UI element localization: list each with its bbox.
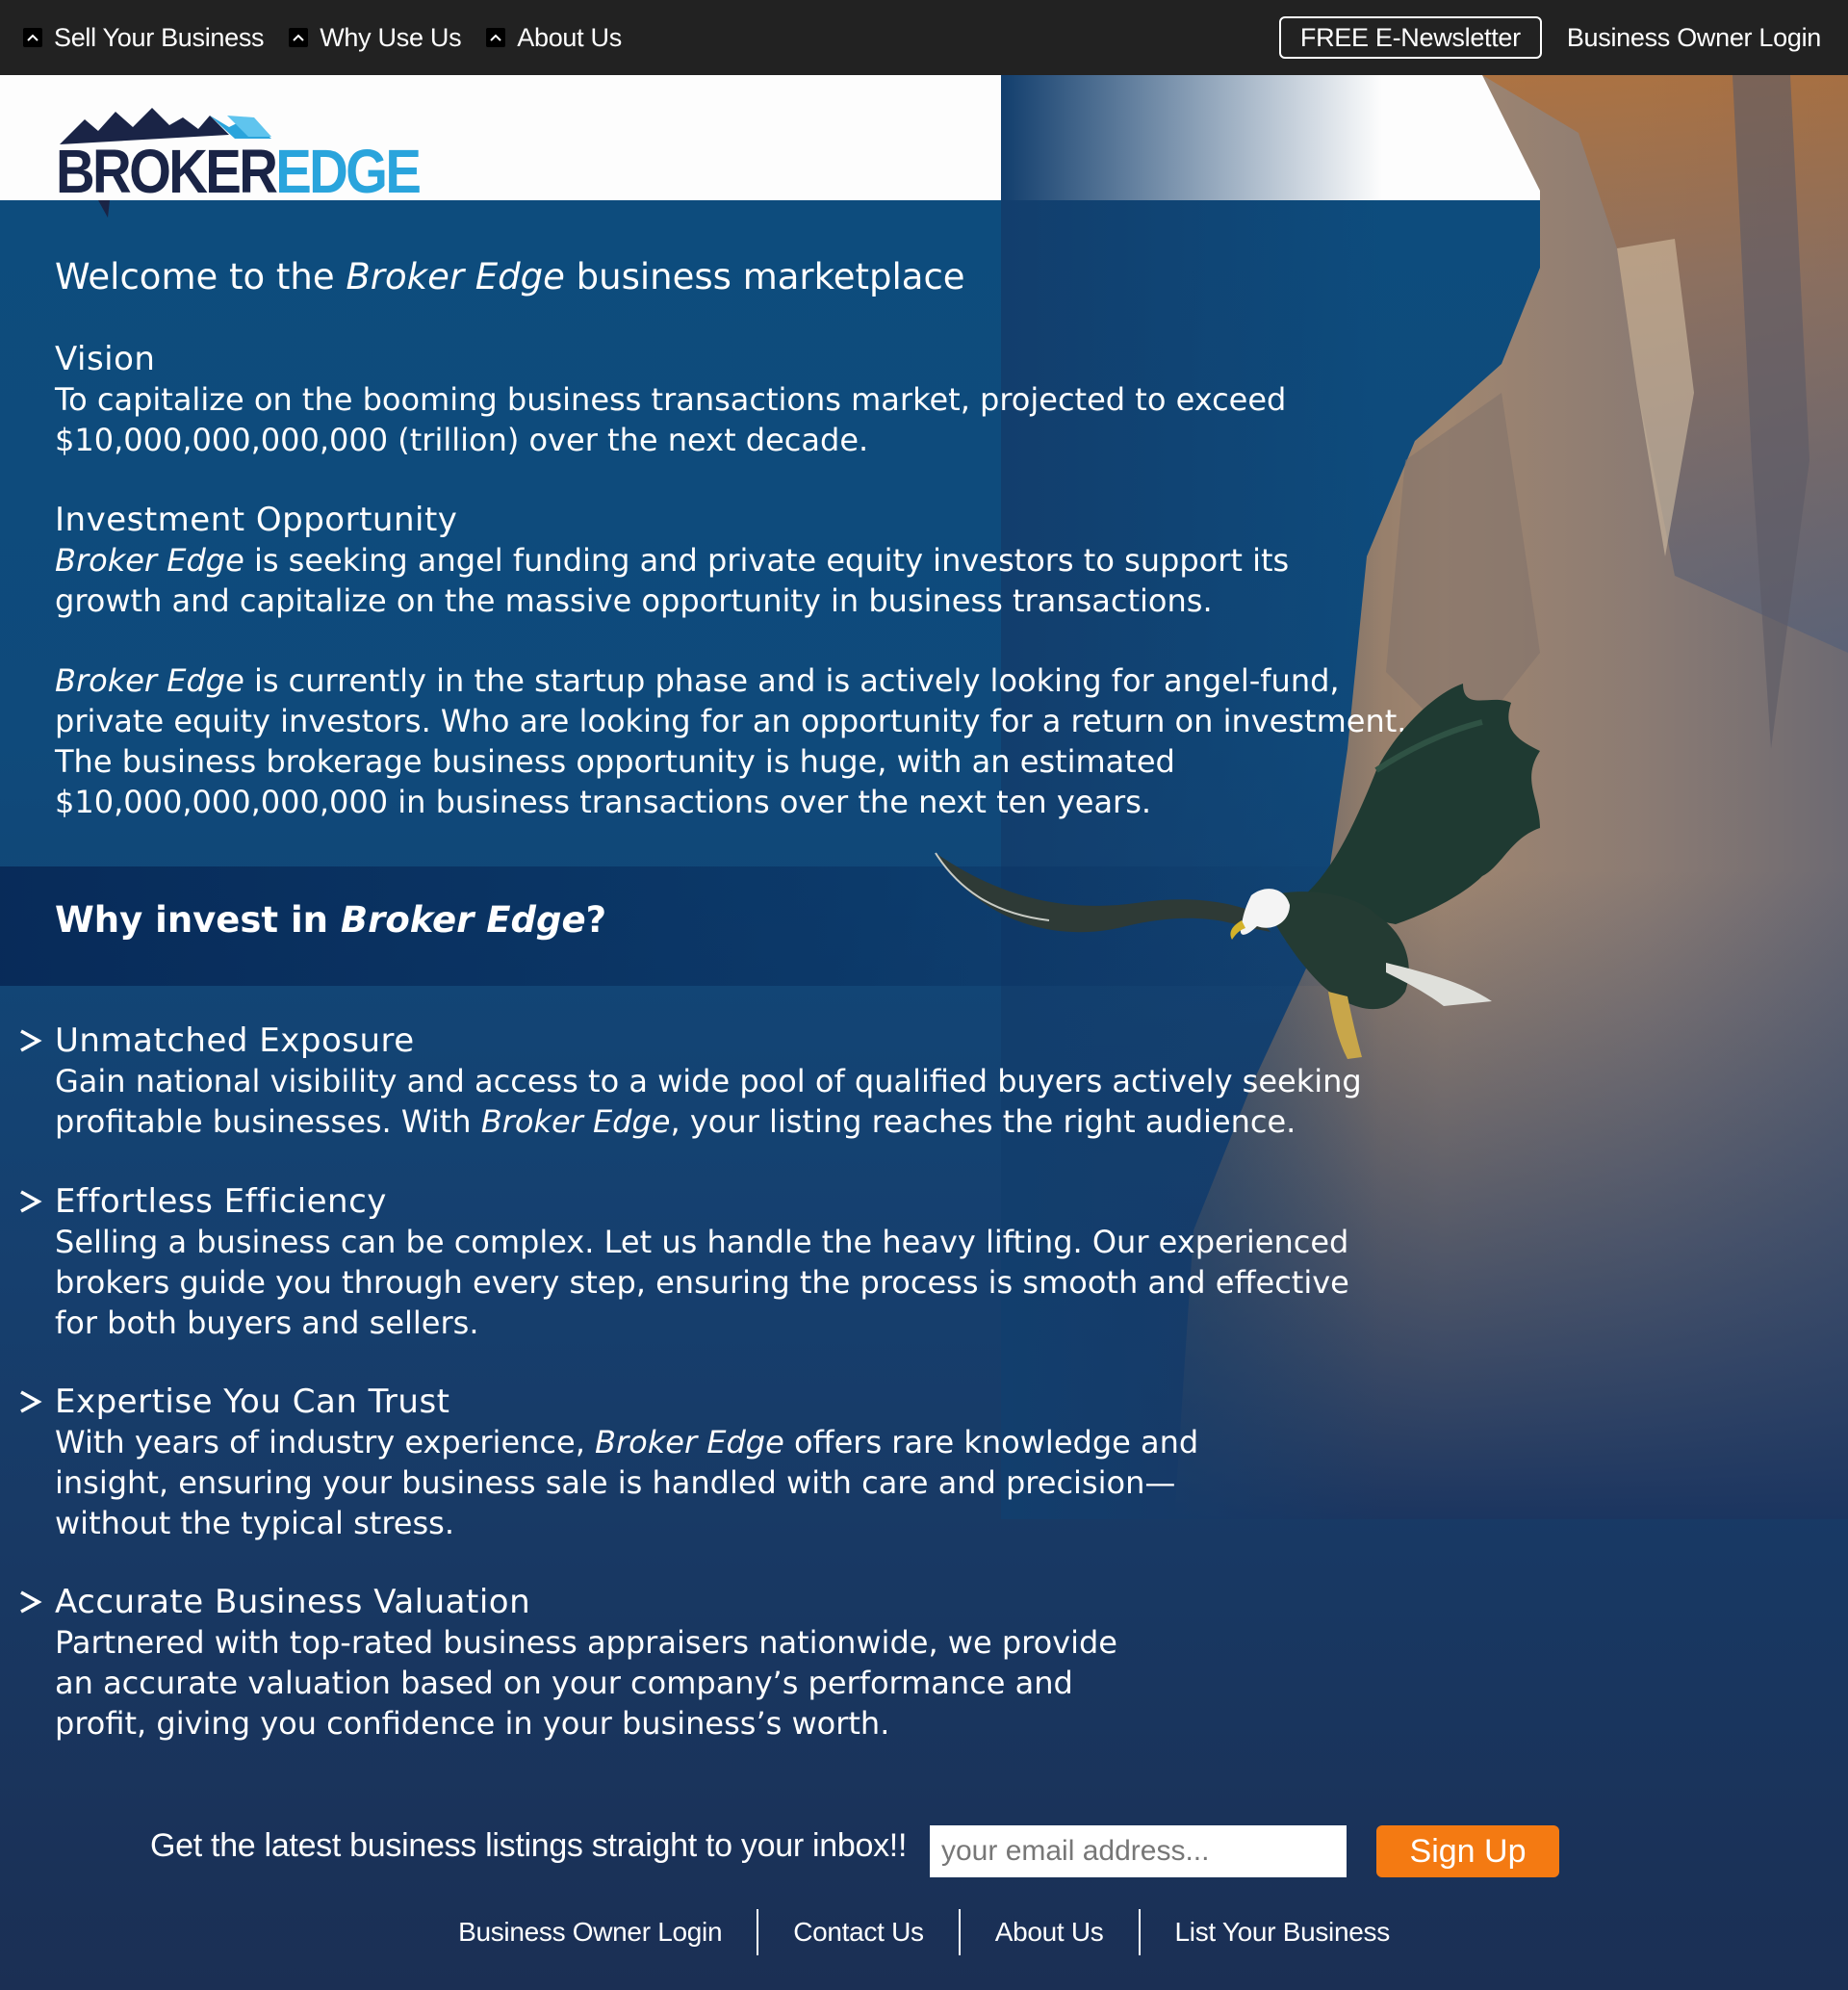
top-navigation: Sell Your Business Why Use Us About Us F… <box>0 0 1848 75</box>
chevron-right-icon <box>20 1390 42 1413</box>
welcome-prefix: Welcome to the <box>55 256 346 297</box>
footer-link-list-your-business[interactable]: List Your Business <box>1141 1917 1424 1948</box>
chevron-up-icon <box>289 28 309 47</box>
investment-text: is seeking angel funding and private equ… <box>244 542 1290 579</box>
investment-section: Investment Opportunity Broker Edge is se… <box>55 500 1289 621</box>
chevron-right-icon <box>20 1590 42 1614</box>
chevron-up-icon <box>23 28 42 47</box>
feature-title: Accurate Business Valuation <box>55 1583 531 1621</box>
nav-label: Why Use Us <box>320 22 462 52</box>
chevron-up-icon <box>486 28 506 47</box>
why-invest-heading: Why invest in Broker Edge? <box>55 899 606 941</box>
investment-title: Investment Opportunity <box>55 501 458 539</box>
feature-text-line: an accurate valuation based on your comp… <box>55 1665 1073 1701</box>
welcome-heading: Welcome to the Broker Edge business mark… <box>55 256 965 297</box>
feature-text: With years of industry experience, <box>55 1424 596 1460</box>
nav-label: About Us <box>517 22 622 52</box>
eagle-image <box>935 684 1540 1059</box>
logo-edge-text: EDGE <box>275 137 422 206</box>
feature-expertise-you-can-trust: Expertise You Can Trust With years of in… <box>0 1382 1348 1543</box>
footer-link-contact-us[interactable]: Contact Us <box>758 1917 959 1948</box>
investment-text-line: growth and capitalize on the massive opp… <box>55 582 1213 619</box>
newsletter-signup-label: Get the latest business listings straigh… <box>150 1827 908 1864</box>
vision-text-line: To capitalize on the booming business tr… <box>55 381 1287 418</box>
logo-broker-text: BROKER <box>56 137 278 206</box>
brand-name: Broker Edge <box>595 1424 784 1460</box>
vision-title: Vision <box>55 340 156 378</box>
why-brand: Broker Edge <box>340 899 586 941</box>
feature-title: Effortless Efficiency <box>55 1182 387 1221</box>
chevron-right-icon <box>20 1190 42 1213</box>
feature-text: offers rare knowledge and <box>783 1424 1199 1460</box>
why-suffix: ? <box>585 899 607 941</box>
feature-text-line: brokers guide you through every step, en… <box>55 1264 1349 1301</box>
brand-name: Broker Edge <box>55 542 244 579</box>
main-menu: Sell Your Business Why Use Us About Us <box>23 23 647 53</box>
chevron-right-icon <box>20 1029 42 1052</box>
feature-text-line: With years of industry experience, Broke… <box>55 1422 1348 1462</box>
feature-text-line: for both buyers and sellers. <box>55 1305 479 1341</box>
brand-name: Broker Edge <box>480 1103 671 1140</box>
logo-wordmark: BROKEREDGE <box>56 141 422 202</box>
nav-sell-your-business[interactable]: Sell Your Business <box>23 22 265 53</box>
feature-text-line: insight, ensuring your business sale is … <box>55 1464 1176 1501</box>
feature-text-line: Selling a business can be complex. Let u… <box>55 1224 1349 1260</box>
broker-edge-logo[interactable]: BROKEREDGE <box>56 104 422 218</box>
feature-title: Expertise You Can Trust <box>55 1383 450 1421</box>
sign-up-button[interactable]: Sign Up <box>1376 1825 1559 1877</box>
why-prefix: Why invest in <box>55 899 341 941</box>
brand-name: Broker Edge <box>55 662 244 699</box>
feature-text-line: without the typical stress. <box>55 1505 454 1541</box>
footer-link-about-us[interactable]: About Us <box>961 1917 1139 1948</box>
vision-section: Vision To capitalize on the booming busi… <box>55 339 1286 460</box>
email-input[interactable] <box>930 1825 1347 1877</box>
nav-why-use-us[interactable]: Why Use Us <box>289 22 462 53</box>
feature-text-line: Partnered with top-rated business apprai… <box>55 1624 1117 1661</box>
footer-link-business-owner-login[interactable]: Business Owner Login <box>424 1917 757 1948</box>
investment-text-line: Broker Edge is seeking angel funding and… <box>55 540 1289 581</box>
footer-links: Business Owner Login Contact Us About Us… <box>0 1908 1848 1956</box>
nav-about-us[interactable]: About Us <box>486 23 622 53</box>
welcome-suffix: business marketplace <box>564 256 965 297</box>
feature-accurate-business-valuation: Accurate Business Valuation Partnered wi… <box>0 1582 1348 1744</box>
business-owner-login-link[interactable]: Business Owner Login <box>1567 23 1821 53</box>
nav-label: Sell Your Business <box>54 22 265 52</box>
feature-text: profitable businesses. With <box>55 1103 481 1140</box>
feature-effortless-efficiency: Effortless Efficiency Selling a business… <box>0 1181 1349 1343</box>
welcome-brand: Broker Edge <box>346 256 565 297</box>
nav-right: FREE E-Newsletter Business Owner Login <box>1278 16 1821 59</box>
vision-text-line: $10,000,000,000,000 (trillion) over the … <box>55 422 869 458</box>
newsletter-button[interactable]: FREE E-Newsletter <box>1278 16 1542 59</box>
feature-text-line: profit, giving you confidence in your bu… <box>55 1705 890 1742</box>
